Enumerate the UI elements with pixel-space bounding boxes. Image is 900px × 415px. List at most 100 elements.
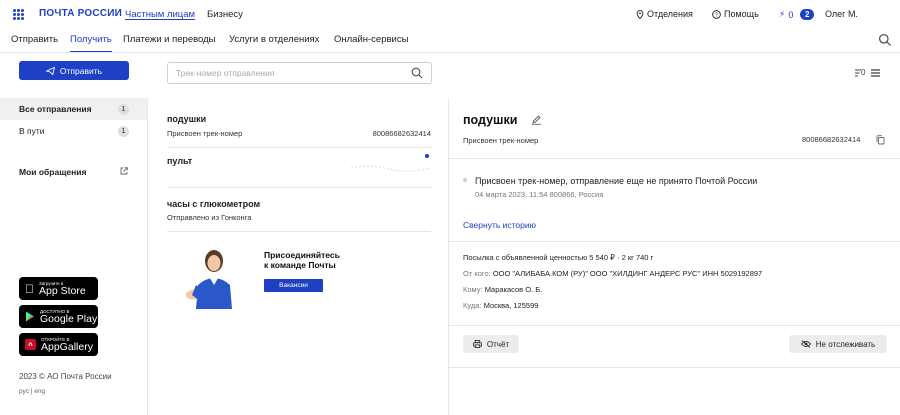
lightning-icon: ⚡	[779, 9, 786, 19]
parcel-info: Посылка с объявленной ценностью 5 540 ₽ …	[463, 253, 654, 262]
filter-count: 0	[861, 68, 866, 77]
timeline-dot	[463, 178, 467, 182]
detail-track-number: 80086682632414	[802, 135, 861, 144]
google-play-icon	[26, 311, 34, 322]
track-search-input[interactable]	[176, 68, 396, 78]
eye-off-icon	[800, 340, 811, 348]
notifications[interactable]: 2	[800, 9, 815, 20]
bonus-counter[interactable]: ⚡ 0	[779, 9, 793, 20]
count-badge: 1	[118, 103, 129, 115]
location-pin-icon	[636, 9, 644, 19]
sidebar-divider	[147, 98, 148, 415]
recipient-value: Маракасов О. Б.	[484, 285, 543, 294]
search-icon[interactable]	[878, 33, 892, 47]
detail-status: Присвоен трек-номер	[463, 136, 539, 145]
shipment-number: 80086682632414	[372, 129, 431, 138]
detail-divider-h	[449, 367, 900, 368]
bonus-count: 0	[788, 9, 794, 20]
recipient-row: Кому: Маракасов О. Б.	[463, 285, 542, 294]
app-store-badge[interactable]:  Загрузите вApp Store	[19, 277, 98, 300]
nav-divider	[0, 52, 900, 53]
detail-divider-h	[449, 158, 900, 159]
report-button[interactable]: Отчёт	[463, 335, 519, 353]
nav-send[interactable]: Отправить	[11, 34, 58, 52]
shipment-title: подушки	[167, 114, 207, 124]
nav-payments[interactable]: Платежи и переводы	[123, 34, 216, 52]
nav-office-services[interactable]: Услуги в отделениях	[229, 34, 319, 52]
promo-line1: Присоединяйтесь	[264, 250, 340, 260]
sidebar-item-all[interactable]: Все отправления 1	[0, 98, 147, 120]
search-icon[interactable]	[411, 67, 423, 79]
untrack-button[interactable]: Не отслеживать	[789, 335, 887, 353]
loading-scribble	[350, 165, 430, 172]
store-big-text: App Store	[30, 284, 86, 297]
detail-divider-h	[449, 325, 900, 326]
shipment-status: Отправлено из Гонконга	[167, 213, 252, 222]
destination-label: Куда:	[463, 301, 482, 310]
unread-dot	[425, 154, 429, 158]
sidebar-item-label: Все отправления	[19, 104, 92, 114]
language-switch[interactable]: рус | eng	[19, 388, 45, 395]
sender-value: ООО "АЛИБАБА.КОМ (РУ)" ООО "ХИЛДИНГ АНДЕ…	[492, 269, 763, 278]
huawei-icon	[25, 339, 36, 350]
offices-link[interactable]: Отделения	[636, 9, 693, 19]
user-menu[interactable]: Олег М.	[825, 9, 858, 19]
help-link[interactable]: ? Помощь	[712, 9, 759, 19]
store-big-text: Google Play	[40, 312, 98, 325]
menu-icon[interactable]	[871, 68, 881, 77]
send-button-label: Отправить	[59, 65, 103, 76]
untrack-button-label: Не отслеживать	[815, 339, 876, 349]
apps-grid-icon[interactable]	[13, 9, 24, 20]
edit-icon[interactable]	[531, 114, 542, 125]
shipment-title: пульт	[167, 156, 193, 166]
shipment-item[interactable]: пульт	[167, 148, 431, 188]
vacancies-button[interactable]: Вакансии	[264, 279, 323, 292]
filter-button[interactable]: 0	[855, 68, 865, 77]
app-gallery-badge[interactable]: ОТКРОЙТЕ В AppGallery	[19, 333, 98, 356]
notification-badge: 2	[800, 9, 815, 20]
track-search-field[interactable]	[167, 62, 432, 84]
google-play-badge[interactable]: ДОСТУПНО В Google Play	[19, 305, 98, 328]
destination-value: Москва, 125599	[483, 301, 539, 310]
sidebar-item-in-transit[interactable]: В пути 1	[0, 120, 147, 142]
event-date: 04 марта 2023, 11:54 800866, Россия	[475, 190, 604, 199]
send-button[interactable]: Отправить	[19, 61, 129, 80]
offices-label: Отделения	[647, 9, 693, 19]
private-persons-link[interactable]: Частным лицам	[125, 9, 195, 20]
help-label: Помощь	[724, 9, 759, 19]
printer-icon	[472, 340, 482, 348]
detail-divider-h	[449, 241, 900, 242]
collapse-history-link[interactable]: Свернуть историю	[463, 220, 536, 230]
business-link[interactable]: Бизнесу	[207, 9, 243, 20]
shipment-item[interactable]: подушки Присвоен трек-номер 800866826324…	[167, 108, 431, 148]
postal-worker-image	[186, 250, 232, 309]
logo[interactable]: ПОЧТА РОССИИ	[39, 8, 122, 19]
list-controls: 0	[855, 68, 881, 77]
count-badge: 1	[118, 125, 129, 137]
apple-icon: 	[25, 282, 34, 296]
shipment-title: часы с глюкометром	[167, 199, 261, 209]
copyright: 2023 © АО Почта России	[19, 372, 112, 381]
report-button-label: Отчёт	[486, 339, 510, 349]
sidebar-item-label: Мои обращения	[19, 167, 87, 177]
promo-text: Присоединяйтесь к команде Почты	[264, 250, 340, 270]
sidebar-item-label: В пути	[19, 126, 45, 136]
user-name: Олег М.	[825, 9, 858, 19]
shipment-item[interactable]: часы с глюкометром Отправлено из Гонконг…	[167, 188, 431, 232]
recipient-label: Кому:	[463, 285, 483, 294]
sender-row: От кого: ООО "АЛИБАБА.КОМ (РУ)" ООО "ХИЛ…	[463, 269, 762, 278]
promo-line2: к команде Почты	[264, 260, 336, 270]
event-text: Присвоен трек-номер, отправление еще не …	[475, 176, 758, 186]
store-big-text: AppGallery	[41, 340, 93, 353]
svg-text:?: ?	[715, 12, 718, 18]
shipment-status: Присвоен трек-номер	[167, 129, 243, 138]
detail-title: подушки	[463, 113, 518, 127]
nav-online-services[interactable]: Онлайн-сервисы	[334, 34, 408, 52]
external-link-icon[interactable]	[120, 167, 128, 175]
nav-receive[interactable]: Получить	[70, 34, 112, 52]
help-icon: ?	[712, 9, 721, 19]
sender-label: От кого:	[463, 269, 491, 278]
destination-row: Куда: Москва, 125599	[463, 301, 538, 310]
send-icon	[45, 66, 55, 75]
copy-icon[interactable]	[876, 135, 885, 145]
